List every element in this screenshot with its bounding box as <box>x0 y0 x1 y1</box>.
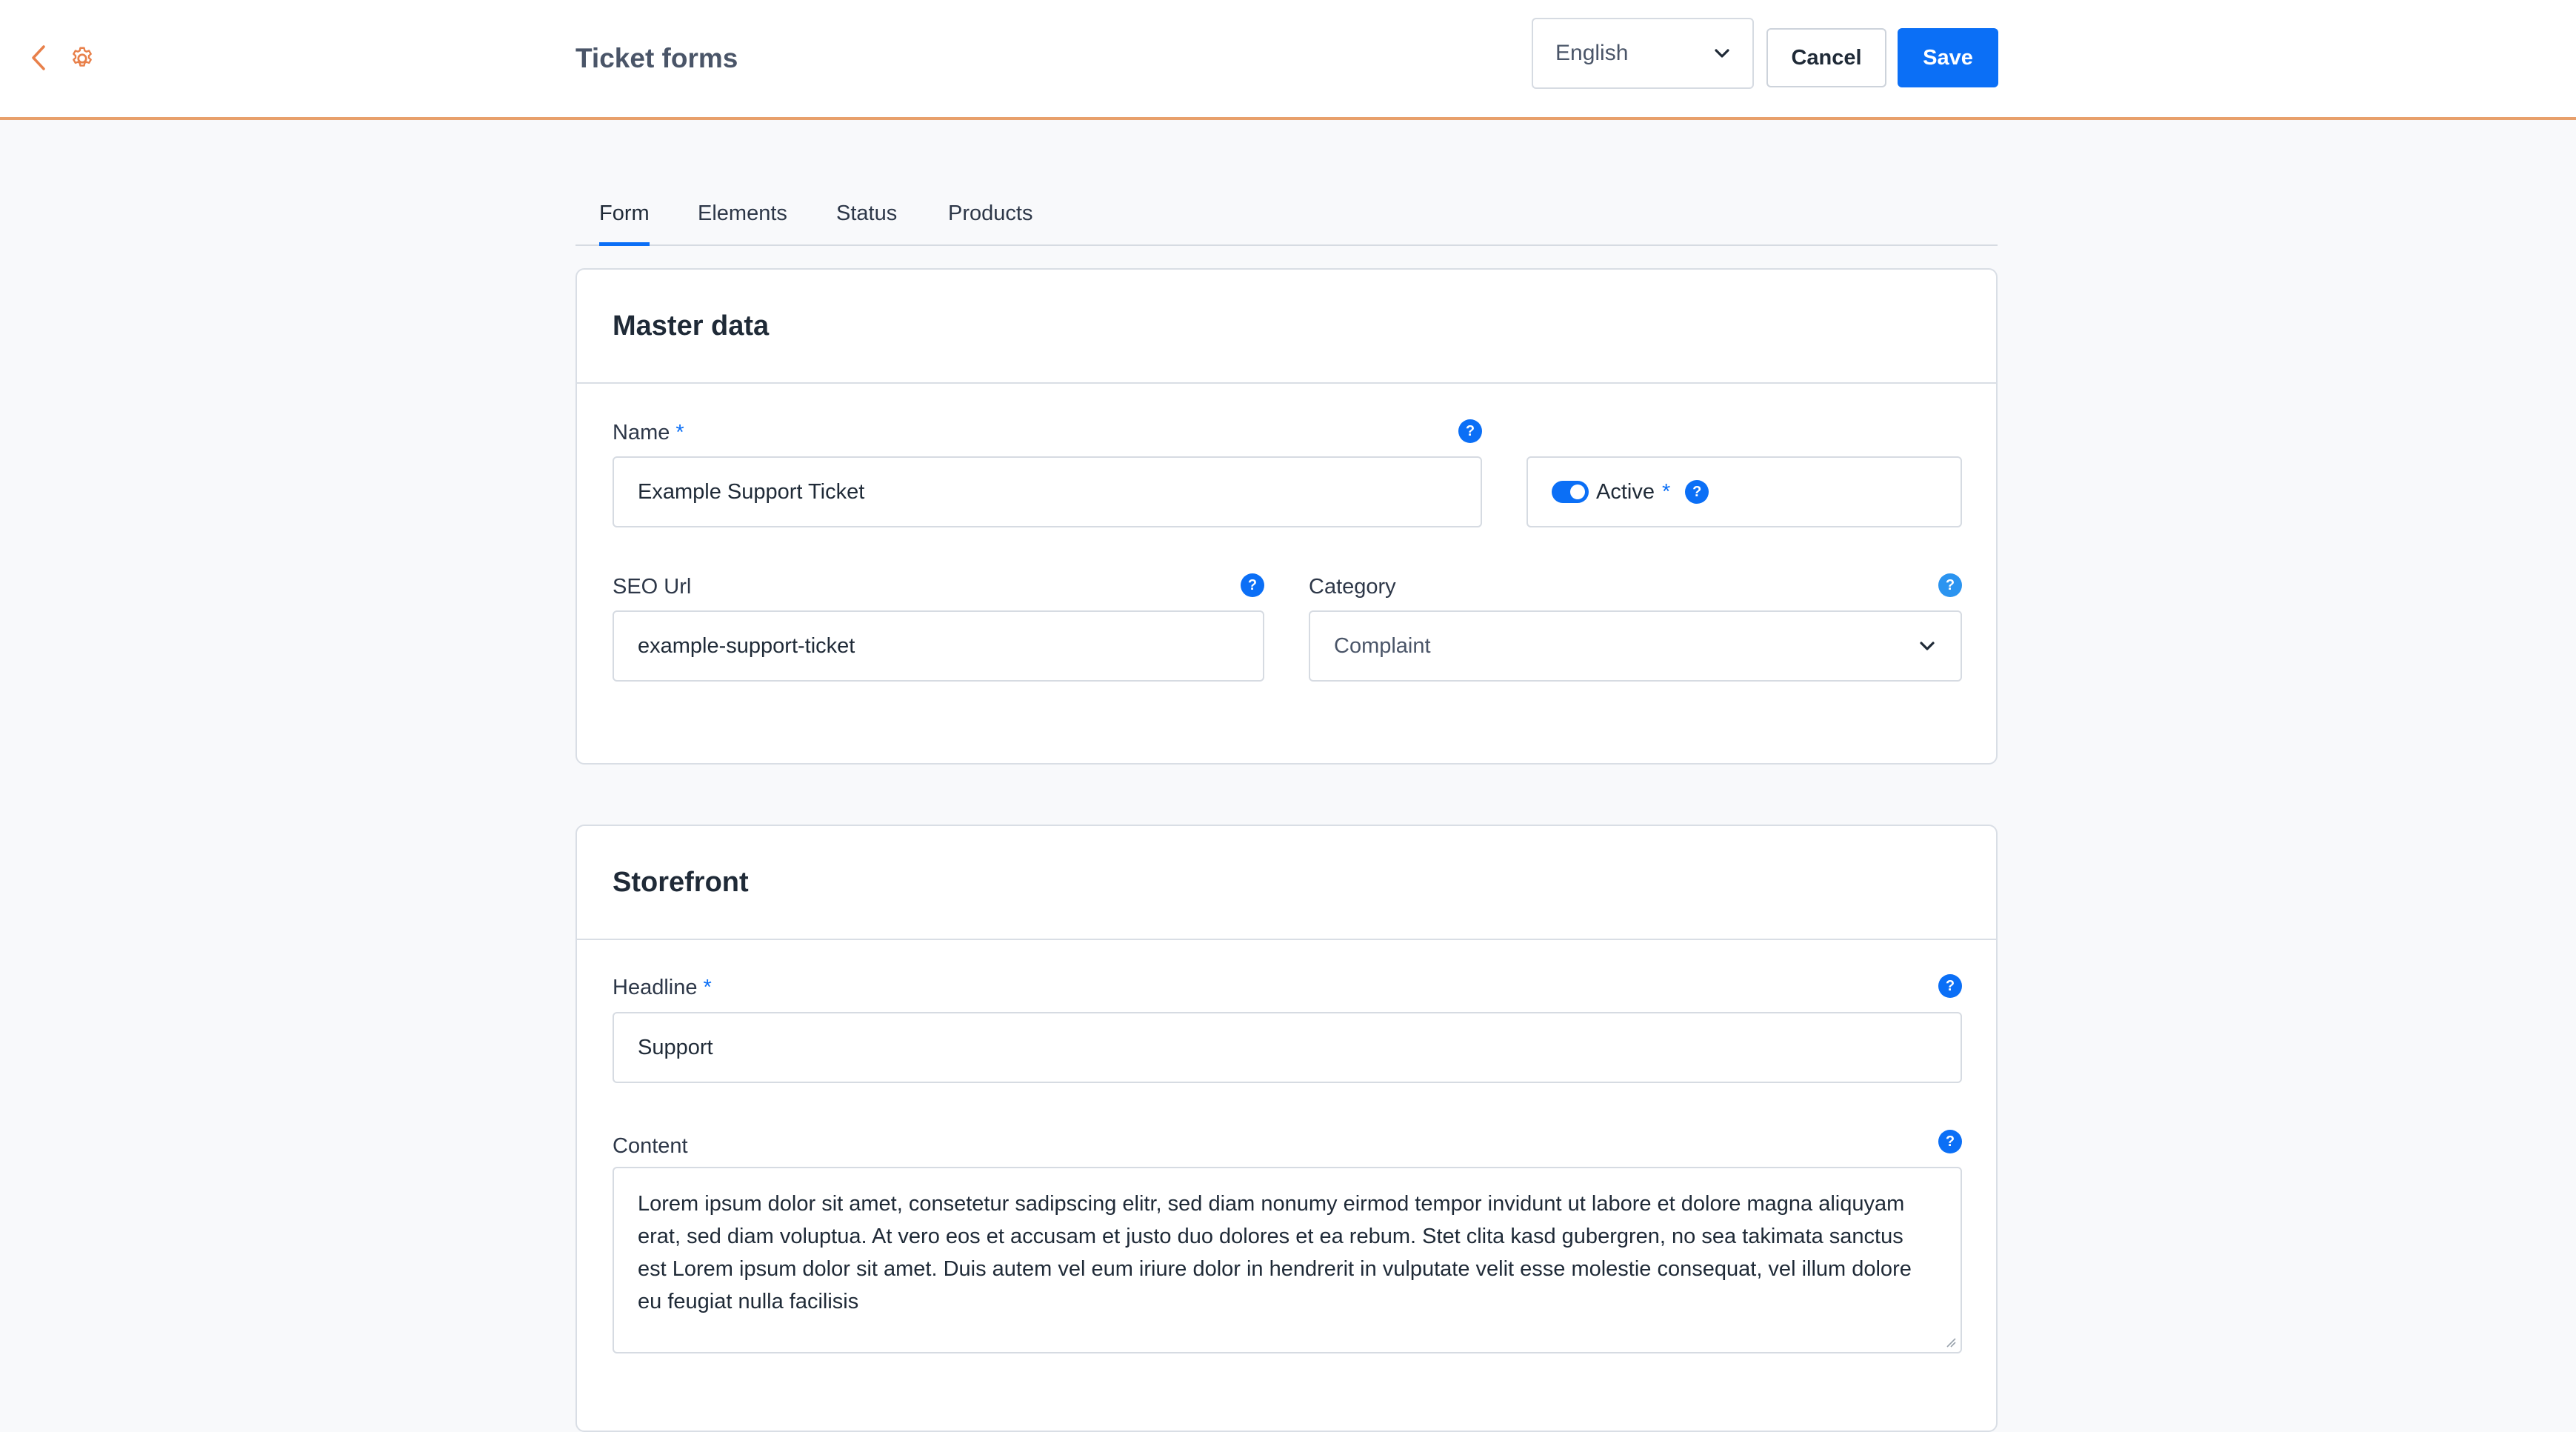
back-button[interactable] <box>22 41 55 74</box>
seo-url-input[interactable]: example-support-ticket <box>613 610 1264 682</box>
top-bar: Ticket forms English Cancel Save <box>0 0 2576 120</box>
headline-input-value: Support <box>638 1035 713 1059</box>
seo-url-help-icon[interactable]: ? <box>1241 573 1264 597</box>
content-textarea-value: Lorem ipsum dolor sit amet, consetetur s… <box>638 1192 1912 1313</box>
category-label: Category <box>1309 575 1396 599</box>
name-input-value: Example Support Ticket <box>638 479 865 504</box>
headline-help-icon[interactable]: ? <box>1938 974 1962 998</box>
resize-grip-icon[interactable] <box>1944 1336 1956 1348</box>
active-field: Active * ? <box>1526 456 1962 527</box>
headline-input[interactable]: Support <box>613 1012 1962 1083</box>
required-mark: * <box>675 421 684 444</box>
required-mark: * <box>703 976 712 999</box>
chevron-left-icon <box>32 45 45 70</box>
name-label: Name * <box>613 419 684 446</box>
active-help-icon[interactable]: ? <box>1685 480 1709 504</box>
name-input[interactable]: Example Support Ticket <box>613 456 1482 527</box>
content-textarea[interactable]: Lorem ipsum dolor sit amet, consetetur s… <box>613 1167 1962 1353</box>
chevron-down-icon <box>1920 642 1935 650</box>
headline-label-text: Headline <box>613 976 698 999</box>
question-mark-glyph: ? <box>1465 422 1475 439</box>
required-mark: * <box>1661 479 1671 504</box>
master-data-card: Master data Name * ? Example Support Tic… <box>575 268 1998 765</box>
storefront-title: Storefront <box>577 826 1996 940</box>
tab-elements[interactable]: Elements <box>698 200 787 244</box>
gear-icon <box>73 47 92 67</box>
page-title: Ticket forms <box>575 43 738 73</box>
category-select[interactable]: Complaint <box>1309 610 1962 682</box>
headline-label: Headline * <box>613 974 712 1001</box>
language-select[interactable]: English <box>1532 18 1754 89</box>
content-label: Content <box>613 1134 688 1158</box>
category-help-icon[interactable]: ? <box>1938 573 1962 597</box>
question-mark-glyph: ? <box>1945 1133 1955 1150</box>
seo-url-input-value: example-support-ticket <box>638 633 855 658</box>
tab-status[interactable]: Status <box>836 200 897 244</box>
tab-products[interactable]: Products <box>948 200 1032 244</box>
save-button[interactable]: Save <box>1898 28 1998 87</box>
category-select-value: Complaint <box>1334 633 1431 658</box>
storefront-card: Storefront Headline * ? Support Content … <box>575 825 1998 1432</box>
cancel-button[interactable]: Cancel <box>1766 28 1886 87</box>
active-toggle[interactable] <box>1552 481 1589 503</box>
active-label: Active <box>1596 479 1655 504</box>
question-mark-glyph: ? <box>1945 576 1955 593</box>
seo-url-label: SEO Url <box>613 575 692 599</box>
question-mark-glyph: ? <box>1945 977 1955 994</box>
name-help-icon[interactable]: ? <box>1458 419 1482 443</box>
language-select-value: English <box>1555 41 1629 65</box>
tab-bar: Form Elements Status Products <box>575 184 1998 246</box>
master-data-title: Master data <box>577 270 1996 384</box>
name-label-text: Name <box>613 421 670 444</box>
chevron-down-icon <box>1715 49 1729 58</box>
tab-form[interactable]: Form <box>599 200 650 246</box>
question-mark-glyph: ? <box>1247 576 1258 593</box>
settings-button[interactable] <box>65 41 99 76</box>
content-help-icon[interactable]: ? <box>1938 1130 1962 1153</box>
question-mark-glyph: ? <box>1692 483 1702 500</box>
